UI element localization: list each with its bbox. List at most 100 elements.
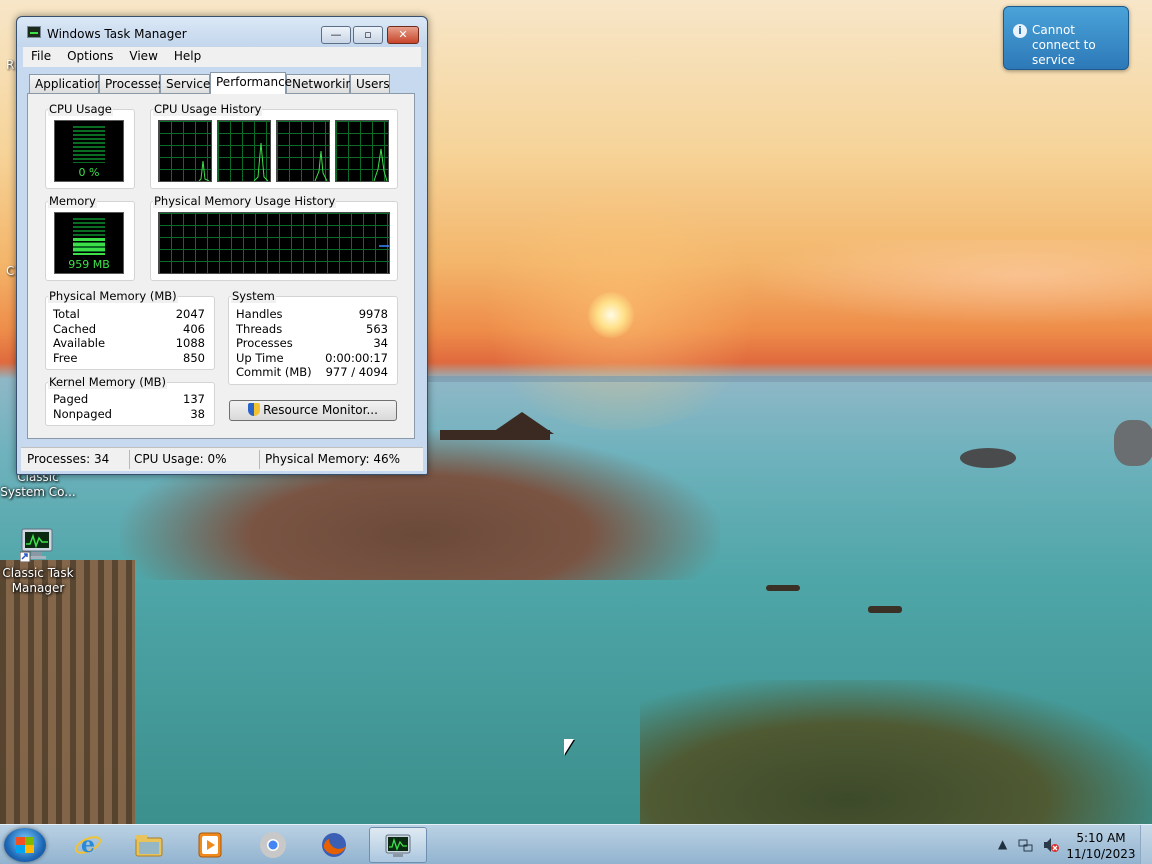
cpu-history-group: CPU Usage History xyxy=(150,102,398,189)
wallpaper-rock xyxy=(1114,420,1152,466)
minimize-button[interactable]: — xyxy=(321,26,351,44)
tab-applications[interactable]: Applications xyxy=(29,74,108,93)
memory-history-label: Physical Memory Usage History xyxy=(153,194,337,208)
start-button[interactable] xyxy=(4,828,46,862)
status-cpu-usage: CPU Usage: 0% xyxy=(134,452,227,466)
memory-group: Memory 959 MB xyxy=(45,194,135,281)
cpu-usage-bars xyxy=(73,126,105,163)
kernel-memory-row: Paged 137 xyxy=(53,392,205,406)
close-button[interactable]: ✕ xyxy=(387,26,419,44)
menu-file[interactable]: File xyxy=(23,47,59,65)
resource-monitor-button[interactable]: Resource Monitor... xyxy=(229,400,397,421)
task-manager-icon xyxy=(383,831,413,861)
cpu-history-graph-core2 xyxy=(217,120,271,182)
taskbar-internet-explorer[interactable]: e xyxy=(60,827,118,863)
taskbar-media-player[interactable] xyxy=(182,827,240,863)
volume-muted-icon[interactable] xyxy=(1042,837,1060,856)
menu-options[interactable]: Options xyxy=(59,47,121,65)
status-bar: Processes: 34 CPU Usage: 0% Physical Mem… xyxy=(21,447,423,471)
folder-icon xyxy=(134,830,164,860)
clock-date: 11/10/2023 xyxy=(1066,847,1136,861)
tab-performance[interactable]: Performance xyxy=(210,72,292,94)
chrome-icon xyxy=(258,830,288,860)
physical-memory-row: Cached 406 xyxy=(53,322,205,336)
media-player-icon xyxy=(195,830,225,860)
wallpaper-hut xyxy=(440,412,560,472)
system-row: Commit (MB) 977 / 4094 xyxy=(236,365,388,379)
cpu-usage-group: CPU Usage 0 % xyxy=(45,102,135,189)
physical-memory-group: Physical Memory (MB) Total 2047 Cached 406… xyxy=(45,289,215,370)
cpu-history-graph-core4 xyxy=(335,120,389,182)
wallpaper-boat xyxy=(766,585,800,591)
kernel-memory-group: Kernel Memory (MB) Paged 137 Nonpaged 38 xyxy=(45,375,215,426)
wallpaper-boat xyxy=(868,606,902,613)
show-hidden-icons-icon[interactable]: ▲ xyxy=(998,837,1007,851)
ie-icon: e xyxy=(73,830,103,860)
cpu-usage-label: CPU Usage xyxy=(48,102,113,116)
task-manager-icon xyxy=(27,26,41,38)
taskbar-task-manager[interactable] xyxy=(369,827,427,863)
resource-monitor-label: Resource Monitor... xyxy=(263,403,378,417)
memory-meter: 959 MB xyxy=(54,212,124,274)
cpu-history-graph-core1 xyxy=(158,120,212,182)
system-row: Threads 563 xyxy=(236,322,388,336)
cpu-history-graph-core3 xyxy=(276,120,330,182)
system-label: System xyxy=(231,289,276,303)
menu-view[interactable]: View xyxy=(121,47,165,65)
memory-history-group: Physical Memory Usage History xyxy=(150,194,398,281)
taskbar-clock[interactable]: 5:10 AM 11/10/2023 xyxy=(1066,830,1136,862)
taskbar-firefox[interactable] xyxy=(306,827,364,863)
svg-text:e: e xyxy=(81,832,95,858)
tab-processes[interactable]: Processes xyxy=(99,74,164,93)
notification-balloon[interactable]: i Cannot connect to service xyxy=(1003,6,1129,70)
menu-help[interactable]: Help xyxy=(166,47,209,65)
physical-memory-row: Available 1088 xyxy=(53,336,205,350)
tab-services[interactable]: Services xyxy=(160,74,217,93)
desktop-edge-text: R xyxy=(6,58,15,72)
firefox-icon xyxy=(319,830,349,860)
desktop-icon-label: Classic Task Manager xyxy=(2,566,74,595)
status-processes: Processes: 34 xyxy=(27,452,110,466)
mouse-cursor xyxy=(564,739,574,755)
memory-history-graph xyxy=(158,212,390,274)
status-physical-memory: Physical Memory: 46% xyxy=(265,452,401,466)
taskbar: e ▲ 5:10 AM 11/10/2023 xyxy=(0,824,1152,864)
menu-bar: File Options View Help xyxy=(23,47,421,67)
uac-shield-icon xyxy=(248,403,261,416)
taskbar-file-explorer[interactable] xyxy=(121,827,179,863)
physical-memory-row: Total 2047 xyxy=(53,307,205,321)
tab-users[interactable]: Users xyxy=(350,74,390,93)
system-row: Handles 9978 xyxy=(236,307,388,321)
cpu-usage-meter: 0 % xyxy=(54,120,124,182)
windows-logo-icon xyxy=(16,837,34,853)
memory-bars xyxy=(73,218,105,255)
tab-networking[interactable]: Networking xyxy=(286,74,361,93)
maximize-button[interactable]: ▫ xyxy=(353,26,383,44)
cpu-usage-value: 0 % xyxy=(78,166,100,179)
wallpaper-clouds xyxy=(720,240,1152,330)
wallpaper-rock xyxy=(960,448,1016,468)
kernel-memory-label: Kernel Memory (MB) xyxy=(48,375,167,389)
memory-value: 959 MB xyxy=(68,258,110,271)
info-icon: i xyxy=(1013,24,1027,38)
task-manager-icon xyxy=(19,526,56,563)
window-title: Windows Task Manager xyxy=(47,27,187,41)
system-row: Processes 34 xyxy=(236,336,388,350)
taskbar-chrome[interactable] xyxy=(245,827,303,863)
kernel-memory-row: Nonpaged 38 xyxy=(53,407,205,421)
task-manager-window: Windows Task Manager — ▫ ✕ File Options Vi… xyxy=(16,16,428,475)
system-group: System Handles 9978 Threads 563 Processes 3… xyxy=(228,289,398,385)
desktop-edge-text: C xyxy=(6,264,15,278)
wallpaper-horizon xyxy=(420,376,1152,382)
network-icon[interactable] xyxy=(1018,837,1034,856)
desktop-icon-classic-task-manager[interactable]: Classic Task Manager xyxy=(0,526,76,596)
system-row: Up Time 0:00:00:17 xyxy=(236,351,388,365)
performance-panel: CPU Usage 0 % CPU Usage History Memory 9… xyxy=(27,93,415,439)
show-desktop-button[interactable] xyxy=(1140,825,1152,864)
physical-memory-label: Physical Memory (MB) xyxy=(48,289,178,303)
wallpaper-foliage xyxy=(640,680,1152,824)
memory-label: Memory xyxy=(48,194,97,208)
notification-text: Cannot connect to service xyxy=(1032,23,1096,67)
clock-time: 5:10 AM xyxy=(1076,831,1126,845)
title-bar[interactable]: Windows Task Manager — ▫ ✕ xyxy=(17,17,427,47)
